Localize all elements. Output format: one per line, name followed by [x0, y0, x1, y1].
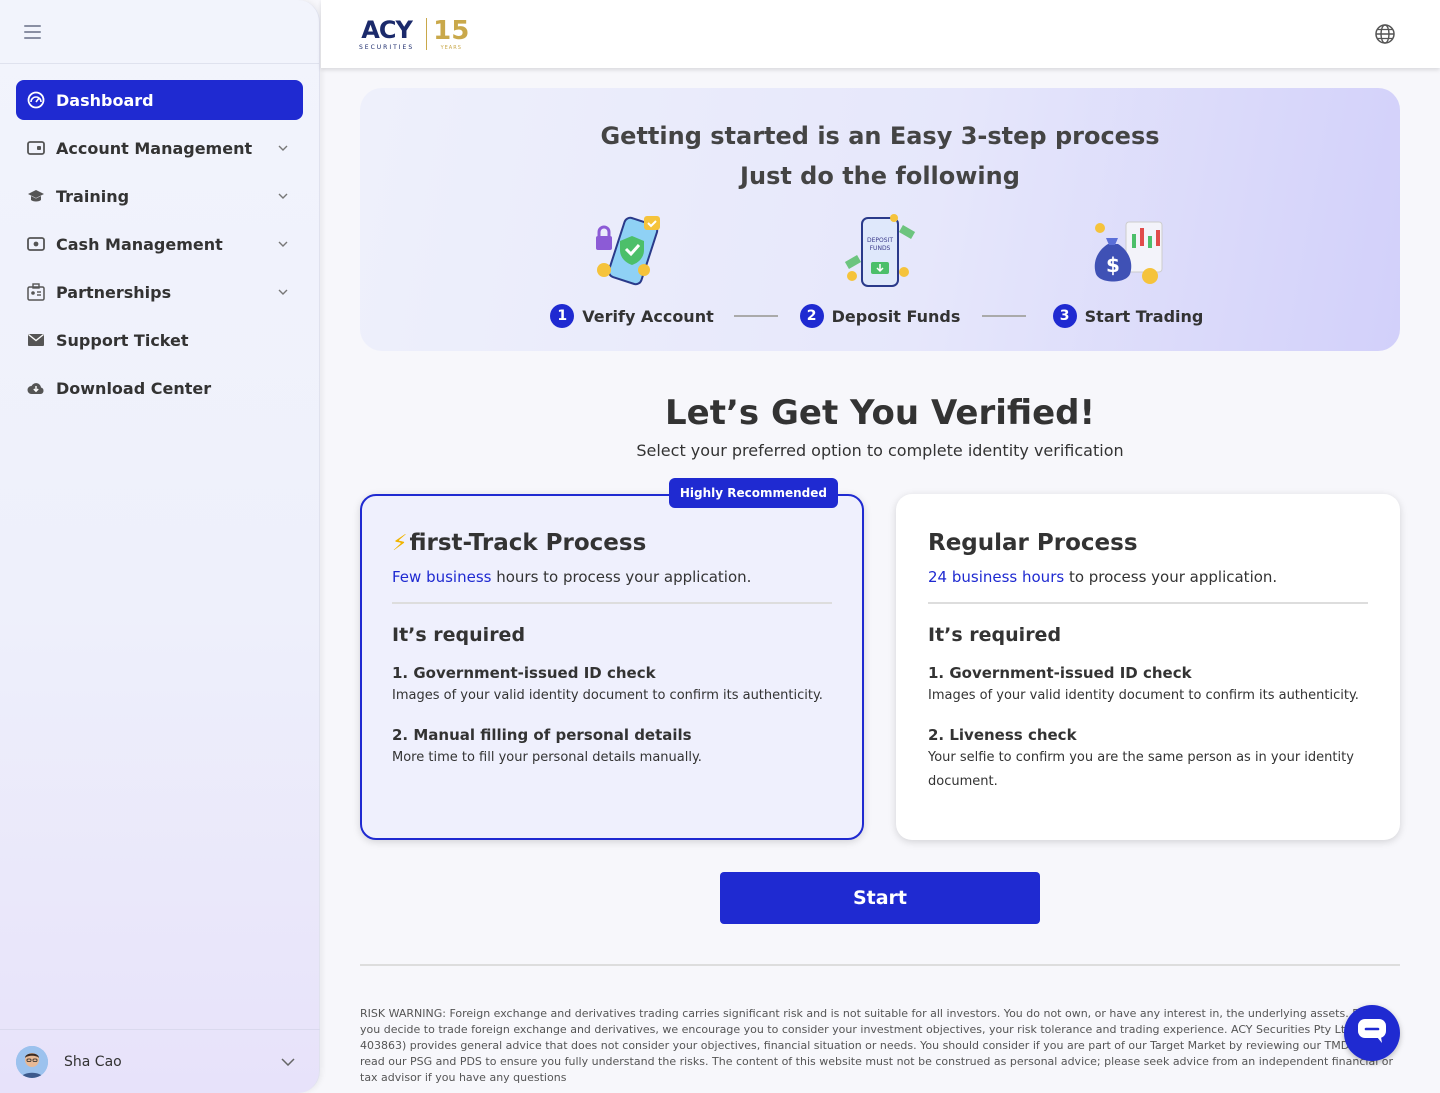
- requirement-description: More time to fill your personal details …: [392, 750, 702, 765]
- footer-divider: [360, 964, 1400, 966]
- banner-title-line2: Just do the following: [740, 162, 1020, 190]
- avatar: [16, 1045, 48, 1078]
- svg-text:$: $: [1106, 253, 1120, 277]
- hamburger-menu-icon[interactable]: [24, 24, 41, 39]
- processing-time: 24 business hours to process your applic…: [928, 568, 1368, 604]
- svg-text:FUNDS: FUNDS: [870, 245, 891, 252]
- requirements-title: It’s required: [392, 624, 526, 646]
- chat-button[interactable]: [1344, 1005, 1400, 1061]
- requirement-heading: 1. Government-issued ID check: [928, 664, 1192, 682]
- step-connector: [734, 315, 778, 317]
- acy-logo[interactable]: ACY SECURITIES 15 YEARS: [359, 14, 469, 54]
- steps-row: 1 Verify Account DEPOSIT FUNDS 2 Deposit…: [360, 210, 1400, 328]
- step-deposit-funds: DEPOSIT FUNDS 2 Deposit Funds: [790, 210, 970, 328]
- risk-warning: RISK WARNING: Foreign exchange and deriv…: [360, 1007, 1394, 1084]
- sidebar-item-download-center[interactable]: Download Center: [16, 368, 303, 408]
- requirement-heading: 1. Government-issued ID check: [392, 664, 656, 682]
- step-label: 3 Start Trading: [1052, 304, 1203, 328]
- step-number: 1: [550, 304, 575, 328]
- step-start-trading: $ 3 Start Trading: [1038, 210, 1218, 328]
- lightning-bolt-icon: ⚡: [392, 530, 408, 556]
- requirements-title: It’s required: [928, 624, 1062, 646]
- logo-anniversary: 15 YEARS: [433, 16, 470, 51]
- sidebar-item-label: Cash Management: [56, 234, 223, 254]
- banner-title-line1: Getting started is an Easy 3-step proces…: [600, 122, 1160, 150]
- envelope-icon: [26, 330, 46, 350]
- verify-title: Let’s Get You Verified!: [665, 393, 1095, 433]
- user-name: Sha Cao: [64, 1053, 122, 1070]
- sidebar-item-label: Training: [56, 186, 130, 206]
- graduation-cap-icon: [26, 186, 46, 206]
- step-label: 1 Verify Account: [550, 304, 714, 328]
- card-title: Regular Process: [928, 530, 1138, 556]
- chat-bubble-icon: [1357, 1018, 1387, 1048]
- wallet-icon: [26, 138, 46, 158]
- chevron-down-icon[interactable]: [280, 1054, 296, 1070]
- chevron-down-icon[interactable]: [275, 188, 291, 204]
- globe-icon[interactable]: [1374, 23, 1396, 45]
- sidebar-item-account-management[interactable]: Account Management: [16, 128, 303, 168]
- sidebar-nav: Dashboard Account Management Training Ca…: [0, 64, 319, 408]
- start-button[interactable]: Start: [720, 872, 1040, 924]
- sidebar-item-cash-management[interactable]: Cash Management: [16, 224, 303, 264]
- highly-recommended-badge: Highly Recommended: [668, 478, 838, 508]
- cloud-download-icon: [26, 378, 46, 398]
- step-verify-account: 1 Verify Account: [542, 210, 722, 328]
- start-trading-illustration-icon: $: [1094, 221, 1163, 284]
- sidebar-item-partnerships[interactable]: Partnerships: [16, 272, 303, 312]
- top-header: ACY SECURITIES 15 YEARS: [321, 0, 1440, 68]
- sidebar-item-dashboard[interactable]: Dashboard: [16, 80, 303, 120]
- user-menu[interactable]: Sha Cao: [0, 1029, 320, 1093]
- dashboard-icon: [26, 90, 46, 110]
- sidebar-top: [0, 0, 319, 64]
- logo-brand: ACY SECURITIES: [359, 15, 415, 51]
- card-title: ⚡ first-Track Process: [392, 530, 647, 556]
- sidebar: Dashboard Account Management Training Ca…: [0, 0, 320, 1093]
- requirement-heading: 2. Liveness check: [928, 726, 1077, 744]
- sidebar-item-label: Download Center: [56, 378, 212, 398]
- sidebar-item-training[interactable]: Training: [16, 176, 303, 216]
- partnerships-icon: [26, 282, 46, 302]
- verify-subtitle: Select your preferred option to complete…: [636, 441, 1124, 460]
- step-number: 2: [799, 304, 824, 328]
- svg-text:DEPOSIT: DEPOSIT: [867, 237, 893, 244]
- fast-track-process-card[interactable]: Highly Recommended ⚡ first-Track Process…: [360, 478, 864, 840]
- sidebar-item-label: Account Management: [56, 138, 253, 158]
- verify-account-illustration-icon: [596, 216, 660, 286]
- process-options: Highly Recommended ⚡ first-Track Process…: [360, 478, 1400, 840]
- regular-process-card[interactable]: Regular Process 24 business hours to pro…: [896, 494, 1400, 840]
- logo-divider: [426, 18, 428, 50]
- chevron-down-icon[interactable]: [275, 140, 291, 156]
- chevron-down-icon[interactable]: [275, 236, 291, 252]
- step-connector: [982, 315, 1026, 317]
- step-number: 3: [1052, 304, 1077, 328]
- sidebar-item-label: Partnerships: [56, 282, 172, 302]
- requirement-description: Your selfie to confirm you are the same …: [928, 750, 1354, 789]
- requirement-description: Images of your valid identity document t…: [392, 688, 823, 703]
- sidebar-item-support-ticket[interactable]: Support Ticket: [16, 320, 303, 360]
- processing-time: Few business hours to process your appli…: [392, 568, 832, 604]
- deposit-funds-illustration-icon: DEPOSIT FUNDS: [844, 214, 916, 287]
- chevron-down-icon[interactable]: [275, 284, 291, 300]
- main-content: Getting started is an Easy 3-step proces…: [360, 88, 1400, 1086]
- requirement-heading: 2. Manual filling of personal details: [392, 726, 692, 744]
- cash-icon: [26, 234, 46, 254]
- requirement-description: Images of your valid identity document t…: [928, 688, 1359, 703]
- step-label: 2 Deposit Funds: [799, 304, 960, 328]
- sidebar-item-label: Support Ticket: [56, 330, 189, 350]
- getting-started-banner: Getting started is an Easy 3-step proces…: [360, 88, 1400, 351]
- sidebar-item-label: Dashboard: [56, 90, 154, 110]
